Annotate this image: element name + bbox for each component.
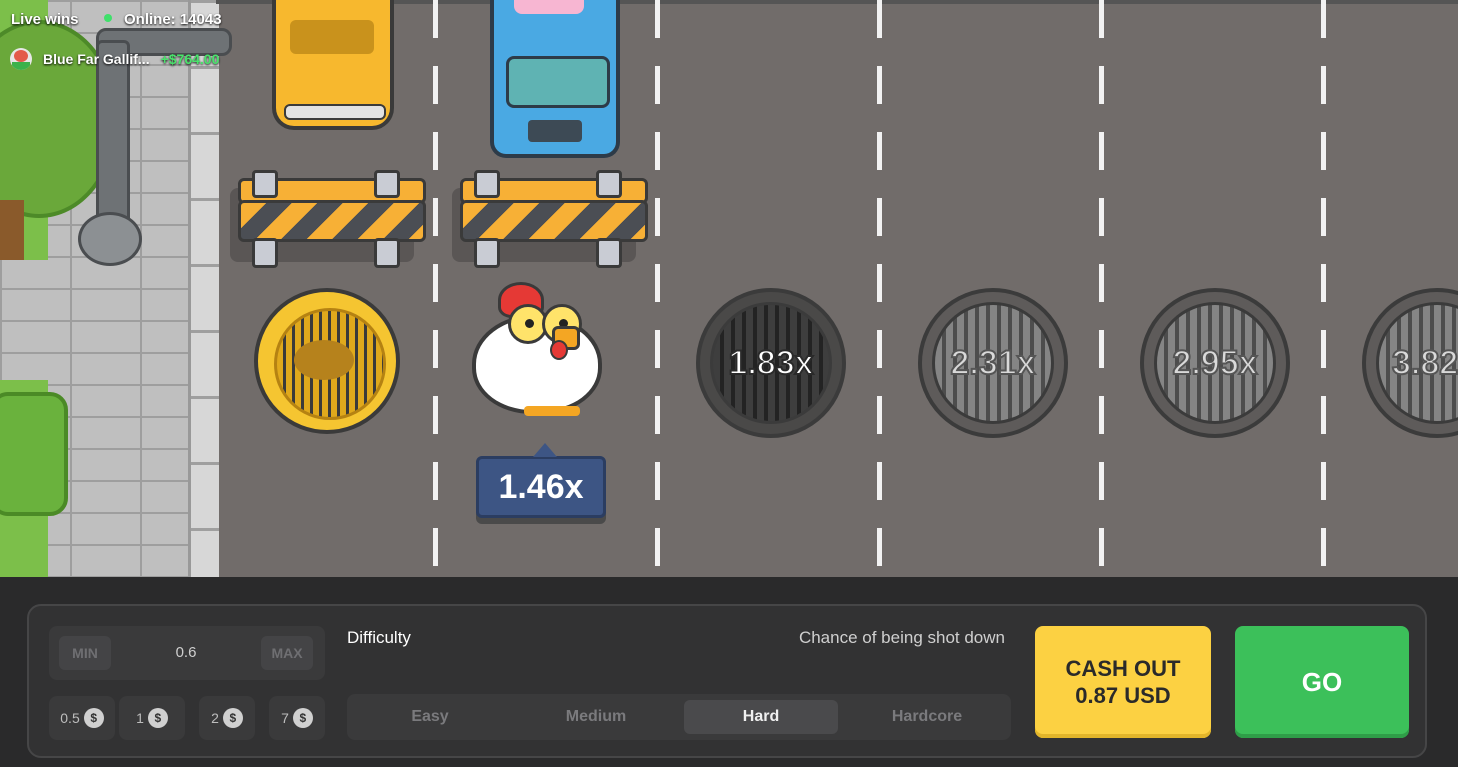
quick-bet-chip[interactable]: 7 $ [269,696,325,740]
difficulty-hard[interactable]: Hard [684,700,838,734]
barrier-clip [374,170,400,198]
truck-windshield [506,56,610,108]
lane-multiplier: 3.82 [1391,343,1458,383]
barrier-leg [474,238,500,268]
manhole-lane-2: 2.31x [918,288,1068,438]
truck-grill [528,120,582,142]
manhole-lane-4: 3.82 [1362,288,1458,438]
bet-amount-input[interactable]: 0.6 [111,626,261,680]
dollar-coin-icon: $ [292,708,313,729]
dollar-coin-icon: $ [222,708,243,729]
difficulty-selector: Easy Medium Hard Hardcore [347,694,1011,740]
max-bet-button[interactable]: MAX [261,636,313,670]
chicken-pupil [525,319,534,328]
winner-amount: +$764.00 [160,51,220,67]
chicken-player-icon [472,282,604,416]
barrier-leg [374,238,400,268]
chip-value: 2 [211,710,219,726]
lane-multiplier: 1.83x [727,343,814,383]
barrier-clip [596,170,622,198]
truck-icon [490,0,620,158]
dollar-coin-icon: $ [83,708,104,729]
difficulty-easy[interactable]: Easy [353,700,507,734]
tree-trunk [0,200,24,260]
manhole-lane-1[interactable]: 1.83x [696,288,846,438]
quick-bet-chip[interactable]: 0.5 $ [49,696,115,740]
barrier-stripe [460,200,648,242]
lane-divider [877,0,882,577]
chicken-wattle [550,340,568,360]
live-wins-label: Live wins [11,11,79,28]
cash-out-button[interactable]: CASH OUT 0.87 USD [1035,626,1211,738]
live-win-entry: Blue Far Gallif... +$764.00 [10,48,219,70]
cash-out-amount: 0.87 USD [1075,683,1171,708]
barrier-leg [252,238,278,268]
lane-divider [655,0,660,577]
lane-multiplier: 2.95x [1171,343,1258,383]
quick-bet-chip[interactable]: 1 $ [119,696,185,740]
difficulty-hardcore[interactable]: Hardcore [850,700,1004,734]
lane-multiplier: 2.31x [949,343,1036,383]
barrier-stripe [238,200,426,242]
barrier-clip [252,170,278,198]
dollar-coin-icon: $ [147,708,168,729]
game-scene: 1.46x 1.83x 2.31x 2.95x 3.82 Live wins O… [0,0,1458,577]
curb [188,0,219,577]
avatar [10,48,32,70]
road-edge [216,0,1458,4]
chip-value: 1 [136,710,144,726]
chance-label: Chance of being shot down [798,628,1005,647]
winner-name: Blue Far Gallif... [43,51,150,67]
collected-coin-icon [254,288,400,434]
manhole-lane-3: 2.95x [1140,288,1290,438]
go-button[interactable]: GO [1235,626,1409,738]
chicken-feet [524,406,580,416]
min-bet-button[interactable]: MIN [59,636,111,670]
online-count: Online: 14043 [104,11,222,28]
chip-value: 7 [281,710,289,726]
truck-cargo [514,0,584,14]
street-lamp-base [78,212,142,266]
taxi-bumper [284,104,386,120]
taxi-windshield [290,20,374,54]
lane-divider [433,0,438,577]
difficulty-label: Difficulty [347,628,411,647]
bet-amount-field[interactable]: MIN 0.6 MAX [49,626,325,680]
online-status-icon [104,14,112,23]
barrier-leg [596,238,622,268]
lane-divider [1321,0,1326,577]
bush-icon [0,392,68,516]
lane-divider [1099,0,1104,577]
quick-bet-chip[interactable]: 2 $ [199,696,255,740]
cash-out-label: CASH OUT [1065,656,1181,681]
roast-chicken-icon [294,340,354,380]
road-barrier-icon [230,170,426,268]
road-barrier-icon [452,170,648,268]
barrier-clip [474,170,500,198]
taxi-car-icon [272,0,394,130]
difficulty-medium[interactable]: Medium [519,700,673,734]
chip-value: 0.5 [60,710,80,726]
current-multiplier-badge: 1.46x [476,443,606,518]
online-text: Online: 14043 [124,11,222,28]
control-panel: MIN 0.6 MAX 0.5 $ 1 $ 2 $ 7 $ Difficulty Cha… [27,604,1427,758]
